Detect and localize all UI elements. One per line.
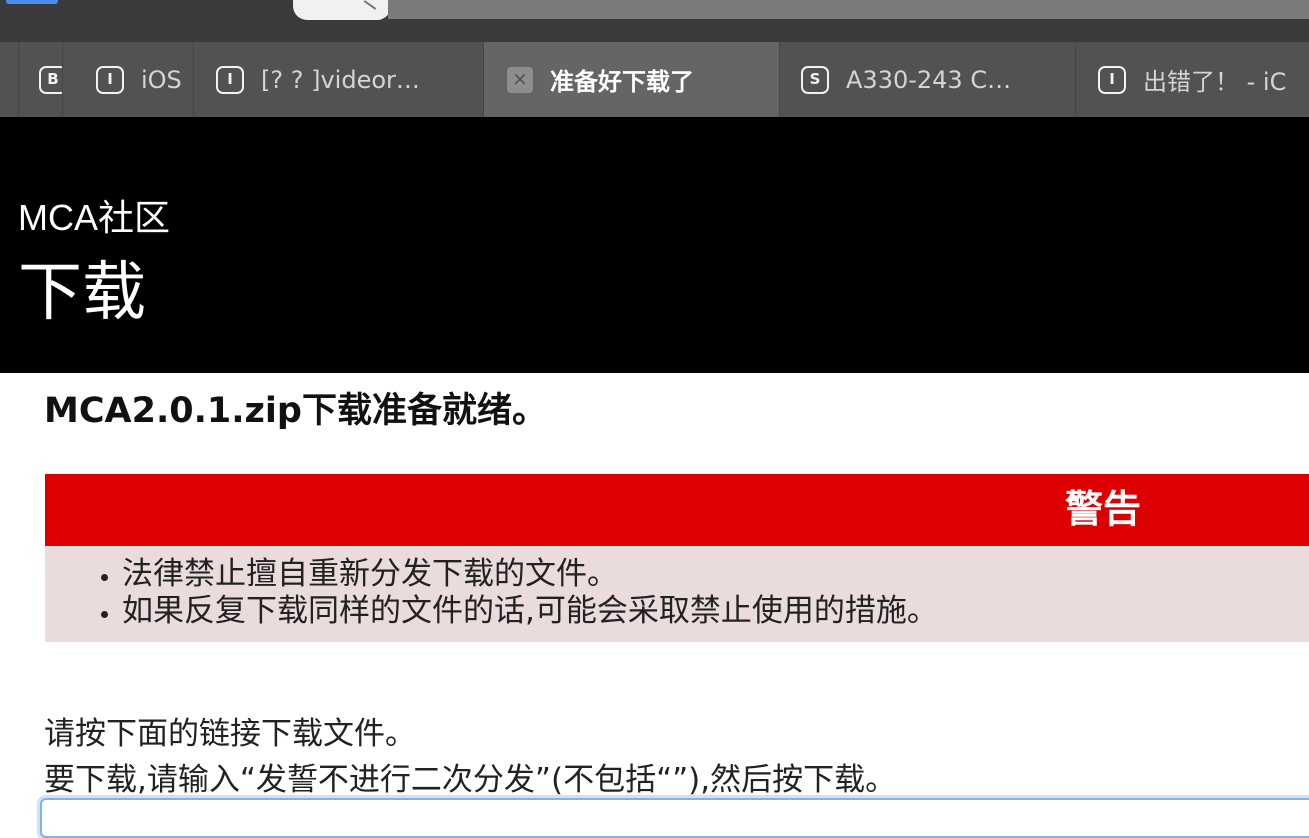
site-name[interactable]: MCA社区 xyxy=(18,200,170,236)
tab-close-icon[interactable]: × xyxy=(507,66,533,93)
address-bar[interactable] xyxy=(293,0,391,20)
warning-header: 警告 xyxy=(45,474,1309,546)
warning-heading: 警告 xyxy=(1065,487,1142,531)
warning-body: 法律禁止擅自重新分发下载的文件。 如果反复下载同样的文件的话,可能会采取禁止使用… xyxy=(45,546,1309,642)
pledge-instruction: 要下载,请输入“发誓不进行二次分发”(不包括“”),然后按下载。 xyxy=(44,762,897,798)
warning-list: 法律禁止擅自重新分发下载的文件。 如果反复下载同样的文件的话,可能会采取禁止使用… xyxy=(45,556,938,630)
tab-label: A330-243 C… xyxy=(846,65,1012,94)
download-ready-title: MCA2.0.1.zip下载准备就绪。 xyxy=(44,391,547,431)
tab-favicon-icon: I xyxy=(216,65,244,94)
tab-favicon-icon: B xyxy=(39,65,62,94)
site-header: MCA社区 下载 xyxy=(0,117,1309,373)
tab-ios[interactable]: I iOS xyxy=(63,42,194,117)
pledge-input[interactable] xyxy=(40,798,1309,838)
tab-favicon-icon: S xyxy=(801,65,829,94)
tab-videor[interactable]: I [? ? ]videor… xyxy=(194,42,484,117)
tab-b[interactable]: B xyxy=(18,42,63,117)
tab-label: 出错了！ - iC xyxy=(1143,68,1287,96)
browser-toolbar xyxy=(0,0,1309,42)
tab-favicon-icon: I xyxy=(96,65,124,94)
warning-item: 法律禁止擅自重新分发下载的文件。 xyxy=(122,556,938,593)
sidebar-toggle-icon[interactable] xyxy=(6,0,58,4)
tab-favicon-icon: I xyxy=(1098,65,1126,94)
download-instruction: 请按下面的链接下载文件。 xyxy=(44,716,416,752)
search-icon xyxy=(363,0,377,10)
tab-bar: B I iOS I [? ? ]videor… × 准备好下载了 S A330-… xyxy=(0,42,1309,117)
tab-error[interactable]: I 出错了！ - iC xyxy=(1076,42,1309,117)
tab-label: iOS xyxy=(141,65,182,94)
tab-label: [? ? ]videor… xyxy=(261,65,420,94)
toolbar-strip xyxy=(388,0,1309,19)
warning-item: 如果反复下载同样的文件的话,可能会采取禁止使用的措施。 xyxy=(122,593,938,630)
tab-download-ready[interactable]: × 准备好下载了 xyxy=(484,42,780,117)
tab-label: 准备好下载了 xyxy=(550,68,694,96)
tab-a330[interactable]: S A330-243 C… xyxy=(780,42,1076,117)
page-title: 下载 xyxy=(18,256,146,328)
